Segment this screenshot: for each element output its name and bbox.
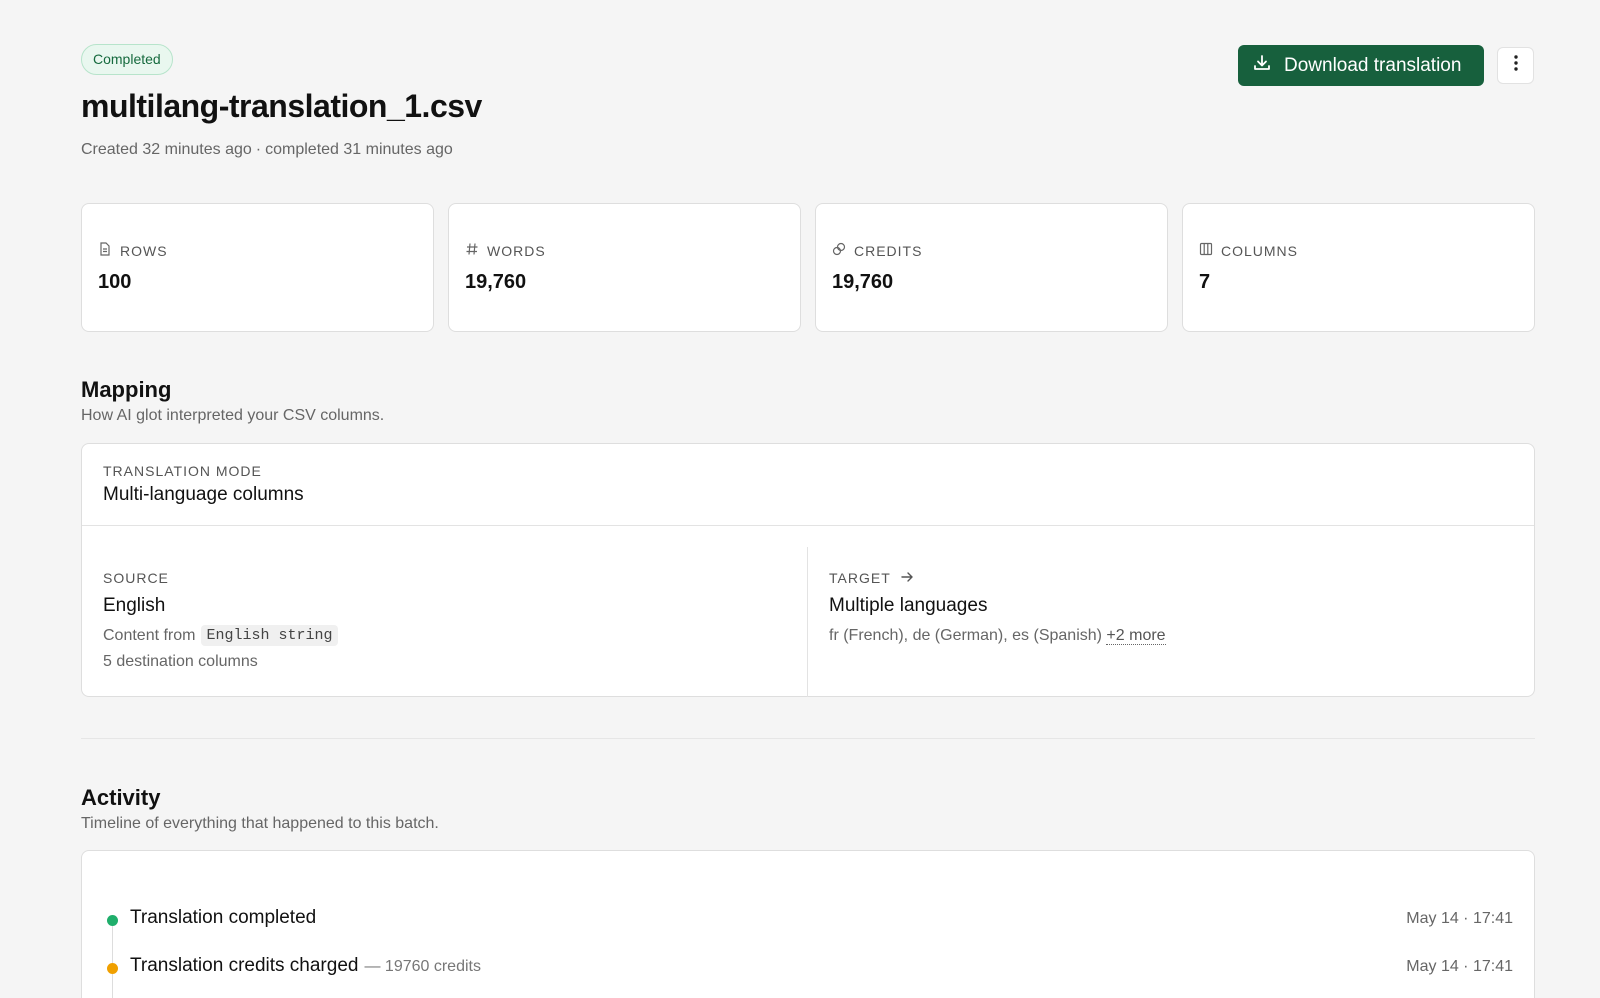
stat-value: 19,760 [465, 271, 527, 293]
event-time: May 14 · 17:41 [1406, 910, 1513, 927]
stat-label: WORDS [487, 242, 546, 259]
download-translation-button[interactable]: Download translation [1238, 45, 1484, 86]
activity-timeline: Translation completed May 14 · 17:41 Tra… [81, 850, 1535, 998]
translation-mode-value: Multi-language columns [103, 484, 304, 505]
stat-value: 7 [1199, 271, 1211, 293]
hash-icon [465, 242, 479, 259]
event-time: May 14 · 17:41 [1406, 958, 1513, 975]
event-detail: — 19760 credits [364, 958, 481, 975]
more-vertical-icon [1513, 55, 1518, 76]
activity-title: Activity [81, 785, 161, 810]
section-divider [81, 738, 1535, 739]
status-dot [107, 915, 118, 926]
created-time: Created 32 minutes ago [81, 141, 252, 158]
divider [807, 547, 808, 697]
source-language: English [103, 595, 166, 616]
stat-value: 19,760 [832, 271, 894, 293]
stat-label: CREDITS [854, 242, 923, 259]
stat-card-words: WORDS 19,760 [448, 203, 801, 332]
target-label: TARGET [829, 570, 891, 586]
status-badge: Completed [81, 44, 173, 75]
mapping-title: Mapping [81, 377, 172, 402]
target-languages: fr (French), de (German), es (Spanish) [829, 627, 1102, 644]
completed-time: completed 31 minutes ago [265, 141, 453, 158]
translation-mode-label: TRANSLATION MODE [103, 463, 262, 479]
file-icon [98, 242, 112, 259]
activity-description: Timeline of everything that happened to … [81, 815, 439, 832]
timeline-event: Translation credits charged — 19760 credi… [82, 953, 1534, 983]
stat-card-columns: COLUMNS 7 [1182, 203, 1535, 332]
timeline-event: Translation completed May 14 · 17:41 [82, 905, 1534, 935]
destination-columns-count: 5 destination columns [103, 653, 258, 670]
mapping-card: TRANSLATION MODE Multi-language columns … [81, 443, 1535, 697]
target-label-row: TARGET [829, 570, 914, 586]
stat-label: ROWS [120, 242, 168, 259]
page-subtitle: Created 32 minutes ago · completed 31 minu… [81, 141, 453, 159]
batch-detail-page: Completed multilang-translation_1.csv Cr… [0, 0, 1600, 998]
download-button-label: Download translation [1284, 54, 1462, 76]
mapping-description: How AI glot interpreted your CSV columns… [81, 407, 385, 424]
stat-card-rows: ROWS 100 [81, 203, 434, 332]
content-from-label: Content from [103, 626, 196, 644]
columns-icon [1199, 242, 1213, 259]
divider [82, 525, 1534, 526]
stat-value: 100 [98, 271, 132, 293]
stat-card-credits: CREDITS 19,760 [815, 203, 1168, 332]
more-languages-link[interactable]: +2 more [1106, 627, 1166, 645]
source-column-code: English string [201, 625, 338, 646]
target-languages-title: Multiple languages [829, 595, 988, 616]
event-title: Translation completed [130, 907, 317, 928]
arrow-right-icon [901, 570, 914, 586]
subtitle-separator: · [255, 141, 262, 158]
status-dot [107, 963, 118, 974]
source-content: Content from English string [103, 625, 338, 646]
page-title: multilang-translation_1.csv [81, 88, 482, 124]
stat-label: COLUMNS [1221, 242, 1299, 259]
coins-icon [832, 242, 846, 259]
download-icon [1252, 53, 1272, 79]
more-options-button[interactable] [1497, 47, 1534, 84]
target-languages-list: fr (French), de (German), es (Spanish) +… [829, 627, 1166, 645]
source-label: SOURCE [103, 570, 169, 586]
event-title: Translation credits charged [130, 955, 359, 976]
